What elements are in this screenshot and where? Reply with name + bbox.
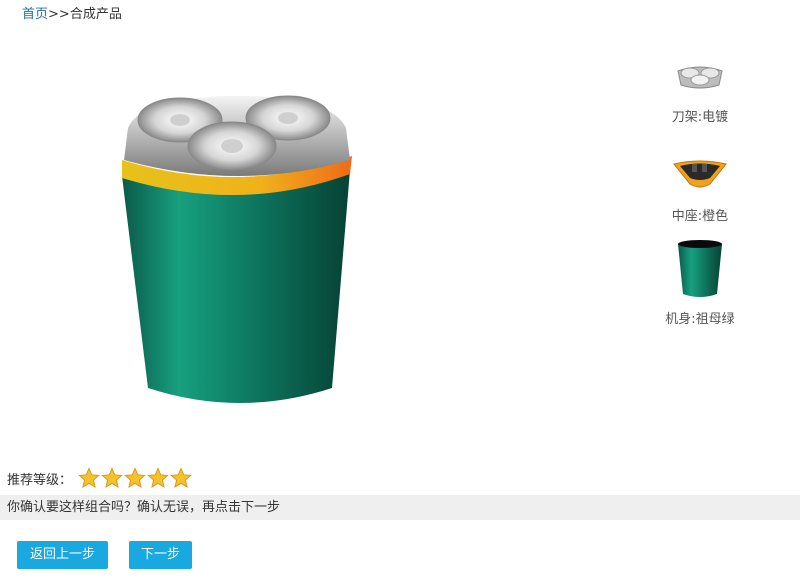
part-blade-frame: 刀架:电镀: [650, 50, 750, 125]
part-middle-base: 中座:橙色: [650, 125, 750, 224]
breadcrumb: 首页>>合成产品: [22, 3, 122, 22]
breadcrumb-separator: >>: [48, 7, 70, 22]
confirm-message: 你确认要这样组合吗？确认无误，再点击下一步: [0, 495, 800, 520]
composed-product-image: [110, 88, 370, 418]
star-icon: [147, 467, 169, 488]
part-label: 刀架:电镀: [671, 110, 729, 125]
star-icon: [101, 467, 123, 488]
body-emerald-icon: [668, 236, 732, 302]
selected-parts-list: 刀架:电镀 中座:橙色 机身:祖母绿: [650, 50, 750, 327]
recommendation-rating: 推荐等级：: [7, 467, 193, 489]
part-label: 中座:橙色: [671, 209, 729, 224]
middle-base-orange-icon: [668, 151, 732, 199]
blade-frame-chrome-icon: [668, 52, 732, 100]
star-icon: [124, 467, 146, 488]
shaver-illustration: [122, 95, 352, 403]
breadcrumb-current: 合成产品: [69, 7, 122, 22]
part-label: 机身:祖母绿: [665, 312, 735, 327]
next-button[interactable]: 下一步: [129, 541, 192, 569]
back-button[interactable]: 返回上一步: [17, 541, 108, 569]
part-body: 机身:祖母绿: [650, 224, 750, 327]
star-icon: [170, 467, 192, 488]
rating-label: 推荐等级：: [7, 472, 73, 488]
breadcrumb-home-link[interactable]: 首页: [22, 7, 48, 22]
star-icon: [78, 467, 100, 488]
